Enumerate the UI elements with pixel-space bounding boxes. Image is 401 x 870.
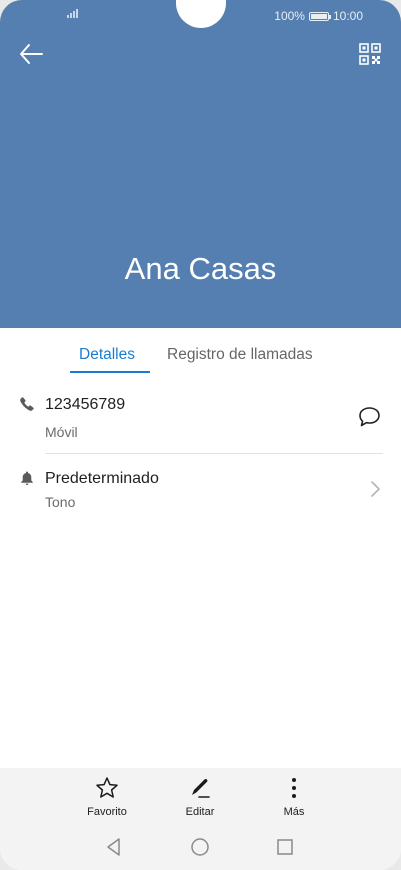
row-divider xyxy=(45,453,383,454)
bottom-action-bar: Favorito Editar Más xyxy=(0,768,401,870)
contact-name: Ana Casas xyxy=(124,251,277,286)
active-tab-indicator xyxy=(70,371,150,373)
status-time: 10:00 xyxy=(332,9,363,23)
arrow-left-icon[interactable] xyxy=(18,42,44,66)
message-bubble-icon[interactable] xyxy=(357,405,382,429)
more-button[interactable]: Más xyxy=(259,776,329,818)
qr-code-icon[interactable] xyxy=(359,43,381,65)
contact-header: 100% 10:00 Ana Casas xyxy=(0,0,401,328)
tab-bar: Detalles Registro de llamadas xyxy=(0,328,401,376)
tab-call-log[interactable]: Registro de llamadas xyxy=(167,346,313,364)
ringtone-row[interactable]: Predeterminado Tono xyxy=(0,462,401,522)
battery-icon xyxy=(308,11,331,21)
status-bar: 100% 10:00 xyxy=(274,9,363,23)
battery-percent: 100% xyxy=(274,9,305,23)
nav-recent-apps-icon[interactable] xyxy=(274,836,296,858)
favorite-label: Favorito xyxy=(87,806,127,818)
tab-details[interactable]: Detalles xyxy=(79,346,135,364)
bell-icon xyxy=(21,471,33,485)
favorite-button[interactable]: Favorito xyxy=(72,776,142,818)
ringtone-label: Tono xyxy=(45,494,76,510)
edit-label: Editar xyxy=(185,806,215,818)
phone-number: 123456789 xyxy=(45,396,126,413)
pencil-icon xyxy=(192,778,210,798)
phone-icon xyxy=(20,397,34,411)
phone-number-row[interactable]: 123456789 Móvil xyxy=(0,386,401,452)
edit-button[interactable]: Editar xyxy=(165,776,235,818)
more-vertical-icon xyxy=(292,778,296,798)
nav-home-icon[interactable] xyxy=(189,836,211,858)
phone-type: Móvil xyxy=(45,424,78,440)
phone-screen: 100% 10:00 Ana Casas Detalles Registro d… xyxy=(0,0,401,870)
more-label: Más xyxy=(283,806,305,818)
camera-notch xyxy=(176,0,226,28)
signal-icon xyxy=(67,9,78,18)
nav-back-icon[interactable] xyxy=(103,836,125,858)
star-icon xyxy=(96,777,118,798)
ringtone-value: Predeterminado xyxy=(45,470,159,487)
chevron-right-icon xyxy=(371,481,380,497)
